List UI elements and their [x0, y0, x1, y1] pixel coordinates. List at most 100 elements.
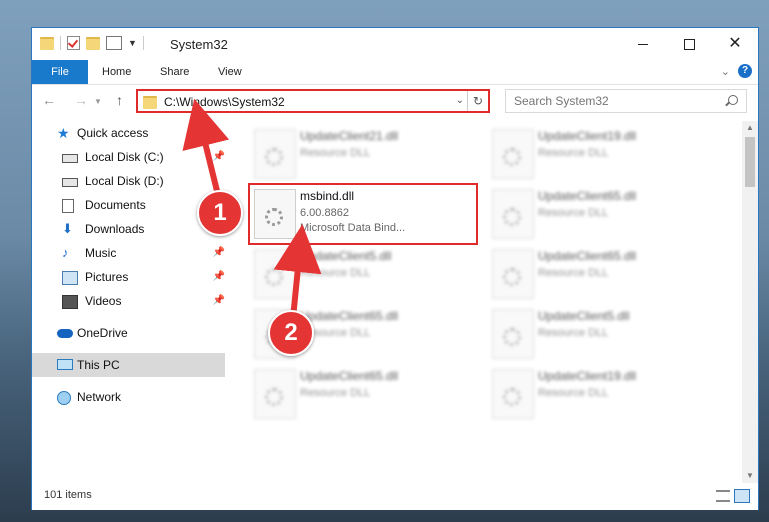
sidebar-item-onedrive[interactable]: OneDrive	[32, 321, 225, 345]
vertical-scrollbar[interactable]: ▲ ▼	[742, 121, 758, 483]
toolbar-separator	[60, 36, 61, 50]
dll-file-icon	[492, 129, 534, 179]
refresh-icon: ↻	[472, 94, 484, 108]
sidebar-item-local-disk-c[interactable]: Local Disk (C:) 📌	[32, 145, 225, 169]
sidebar-item-music[interactable]: ♪ Music 📌	[32, 241, 225, 265]
file-name: UpdateClient5.dll	[538, 309, 630, 323]
details-view-icon[interactable]	[716, 490, 730, 502]
file-description: Microsoft Data Bind...	[300, 222, 406, 234]
gear-icon	[265, 268, 283, 286]
file-tile[interactable]: UpdateClient19.dll Resource DLL	[488, 125, 714, 183]
search-input[interactable]	[512, 93, 716, 109]
scrollbar-thumb[interactable]	[745, 137, 755, 187]
file-type: Resource DLL	[538, 387, 609, 399]
window-title: System32	[170, 37, 228, 52]
file-tile[interactable]: UpdateClient65.dll Resource DLL	[488, 185, 714, 243]
pin-icon[interactable]: 📌	[213, 241, 225, 265]
drive-icon	[62, 178, 78, 187]
minimize-button[interactable]	[620, 28, 666, 60]
maximize-button[interactable]	[666, 28, 712, 60]
file-name: UpdateClient19.dll	[538, 129, 637, 143]
sidebar-item-label: OneDrive	[77, 326, 128, 340]
tiles-view-icon[interactable]	[734, 489, 750, 503]
recent-locations-chevron-icon[interactable]: ▼	[94, 97, 102, 106]
file-type: Resource DLL	[300, 147, 371, 159]
search-icon[interactable]	[728, 95, 738, 105]
tab-home[interactable]: Home	[92, 60, 141, 84]
network-icon	[57, 391, 71, 405]
sidebar-item-pictures[interactable]: Pictures 📌	[32, 265, 225, 289]
file-version: 6.00.8862	[300, 207, 349, 219]
file-tile[interactable]: UpdateClient5.dll Resource DLL	[250, 245, 476, 303]
address-path[interactable]: C:\Windows\System32	[164, 95, 285, 109]
pin-icon[interactable]: 📌	[213, 289, 225, 313]
gear-icon	[265, 388, 283, 406]
dll-file-icon	[492, 309, 534, 359]
back-arrow-icon[interactable]: ←	[42, 92, 56, 108]
dll-file-icon	[254, 369, 296, 419]
file-tile[interactable]: UpdateClient5.dll Resource DLL	[488, 305, 714, 363]
sidebar-item-label: Documents	[85, 198, 146, 212]
new-folder-icon[interactable]	[86, 36, 100, 50]
file-name: msbind.dll	[300, 189, 355, 203]
help-icon[interactable]: ?	[738, 64, 752, 78]
file-list: UpdateClient21.dll Resource DLL UpdateCl…	[248, 121, 740, 483]
scroll-up-icon[interactable]: ▲	[742, 121, 758, 135]
file-tile[interactable]: UpdateClient65.dll Resource DLL	[488, 245, 714, 303]
minimize-icon	[638, 43, 648, 45]
file-tile[interactable]: UpdateClient65.dll Resource DLL	[250, 365, 476, 423]
sidebar-item-quick-access[interactable]: ★ Quick access	[32, 121, 225, 145]
sidebar-item-label: Pictures	[85, 270, 129, 284]
file-tile-msbind[interactable]: msbind.dll 6.00.8862 Microsoft Data Bind…	[248, 183, 478, 245]
close-icon: ✕	[728, 35, 742, 52]
file-type: Resource DLL	[538, 267, 609, 279]
file-name: UpdateClient19.dll	[538, 369, 637, 383]
maximize-icon	[683, 38, 695, 50]
refresh-button[interactable]: ↻	[467, 91, 488, 111]
sidebar-item-network[interactable]: Network	[32, 385, 225, 409]
file-name: UpdateClient65.dll	[538, 249, 637, 263]
address-dropdown-icon[interactable]: ⌄	[456, 95, 464, 106]
tab-file[interactable]: File	[32, 60, 88, 84]
status-bar: 101 items	[32, 484, 758, 510]
forward-arrow-icon[interactable]: →	[74, 92, 88, 108]
navigation-bar: ← → ▼ ↑ C:\Windows\System32 ⌄ ↻	[32, 85, 758, 117]
sidebar-item-label: Local Disk (C:)	[85, 150, 164, 164]
customize-toolbar-chevron-icon[interactable]: ▼	[128, 38, 137, 48]
properties-check-icon[interactable]	[67, 36, 80, 50]
dll-file-icon	[492, 189, 534, 239]
view-options-icon[interactable]	[106, 36, 122, 50]
pin-icon[interactable]: 📌	[213, 145, 225, 169]
scroll-down-icon[interactable]: ▼	[742, 469, 758, 483]
tab-share[interactable]: Share	[150, 60, 199, 84]
file-name: UpdateClient65.dll	[538, 189, 637, 203]
sidebar-item-this-pc[interactable]: This PC	[32, 353, 225, 377]
sidebar-item-videos[interactable]: Videos 📌	[32, 289, 225, 313]
sidebar-item-label: Quick access	[77, 126, 149, 140]
folder-icon	[143, 96, 157, 109]
folder-icon[interactable]	[40, 36, 54, 50]
sidebar-item-label: Network	[77, 390, 122, 404]
expand-ribbon-chevron-icon[interactable]: ⌄	[721, 65, 730, 78]
pin-icon[interactable]: 📌	[213, 265, 225, 289]
close-button[interactable]: ✕	[712, 28, 758, 60]
file-tile[interactable]: UpdateClient21.dll Resource DLL	[250, 125, 476, 183]
file-name: UpdateClient65.dll	[300, 369, 399, 383]
file-tile[interactable]: UpdateClient19.dll Resource DLL	[488, 365, 714, 423]
sidebar-item-downloads[interactable]: ⬇ Downloads 📌	[32, 217, 225, 241]
video-icon	[62, 295, 78, 309]
search-box[interactable]	[505, 89, 747, 113]
sidebar-item-local-disk-d[interactable]: Local Disk (D:)	[32, 169, 225, 193]
star-icon: ★	[57, 125, 70, 141]
gear-icon	[265, 208, 283, 226]
dll-file-icon	[254, 129, 296, 179]
address-bar[interactable]: C:\Windows\System32 ⌄ ↻	[136, 89, 490, 113]
title-bar: ▼ System32 ✕	[32, 28, 758, 60]
up-arrow-icon[interactable]: ↑	[116, 92, 123, 108]
file-type: Resource DLL	[300, 267, 371, 279]
picture-icon	[62, 271, 78, 285]
file-type: Resource DLL	[538, 327, 609, 339]
tab-view[interactable]: View	[208, 60, 252, 84]
gear-icon	[503, 388, 521, 406]
computer-icon	[57, 359, 73, 370]
